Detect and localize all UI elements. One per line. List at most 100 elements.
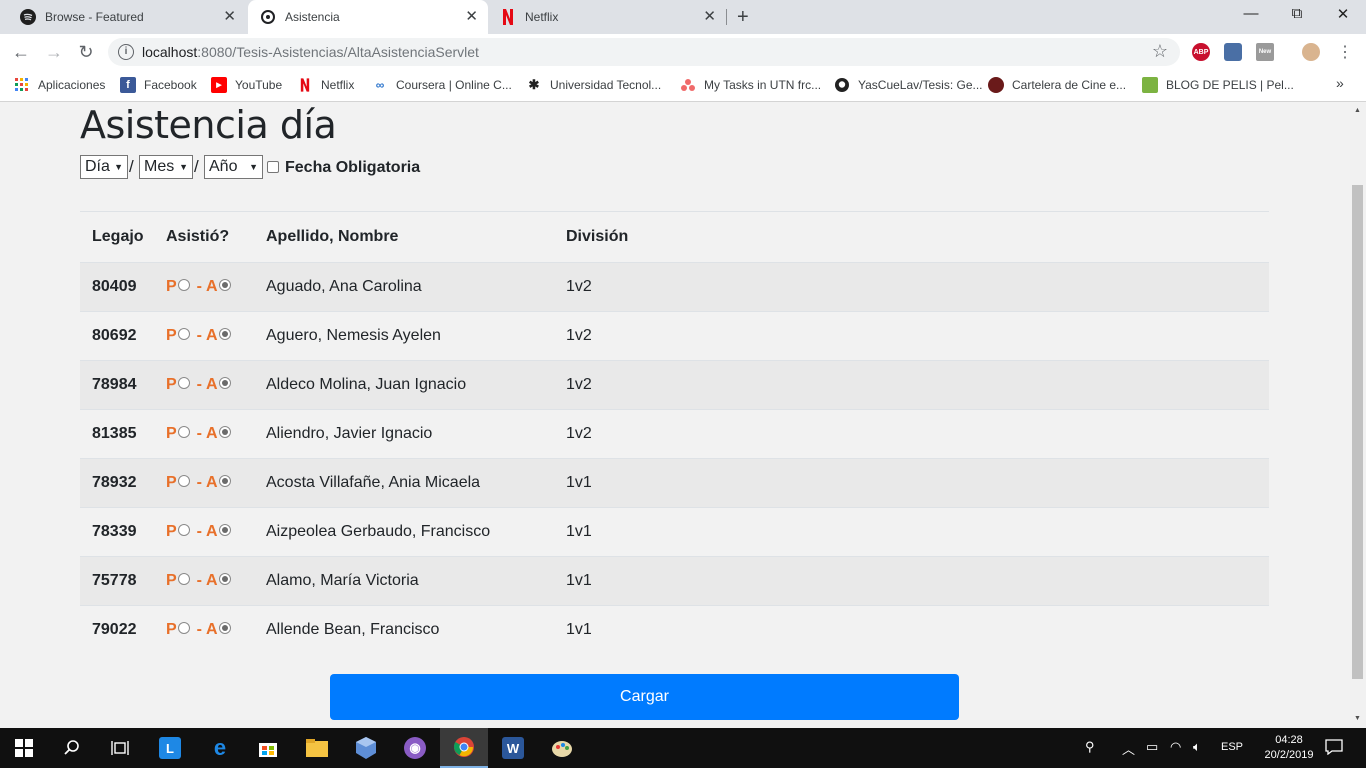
- absent-radio[interactable]: [218, 426, 231, 438]
- volume-icon[interactable]: 🔈︎: [1193, 739, 1201, 755]
- show-hidden-icons-chevron-icon[interactable]: ︿: [1122, 739, 1135, 758]
- more-bookmarks-icon[interactable]: »: [1336, 75, 1344, 91]
- day-select[interactable]: Día ▼: [80, 155, 128, 179]
- bookmark-github[interactable]: YasCueLav/Tesis: Ge...: [834, 77, 983, 93]
- bookmark-netflix[interactable]: Netflix: [297, 77, 354, 93]
- bookmark-blog[interactable]: BLOG DE PELIS | Pel...: [1142, 77, 1294, 93]
- table-row: 80692 P - A Aguero, Nemesis Ayelen 1v2: [80, 311, 1269, 360]
- present-radio[interactable]: [177, 279, 190, 291]
- absent-radio[interactable]: [218, 622, 231, 634]
- bookmark-youtube[interactable]: ▶ YouTube: [211, 77, 282, 93]
- close-window-icon[interactable]: ✕: [1320, 5, 1366, 23]
- cargar-button[interactable]: Cargar: [330, 674, 959, 720]
- attendance-radio-group: P -A: [166, 572, 234, 590]
- bookmark-aplicaciones[interactable]: Aplicaciones: [14, 77, 105, 93]
- attendance-radio-group: P -A: [166, 278, 234, 296]
- scroll-up-icon[interactable]: ▲: [1354, 107, 1361, 114]
- tab-spotify[interactable]: Browse - Featured ✕: [0, 0, 246, 34]
- page-scrollbar[interactable]: ▲ ▼: [1350, 103, 1366, 727]
- present-radio[interactable]: [177, 377, 190, 389]
- bookmark-utn[interactable]: ✱ Universidad Tecnol...: [526, 77, 662, 93]
- launcher-l-app-icon[interactable]: L: [146, 728, 194, 768]
- present-radio[interactable]: [177, 426, 190, 438]
- bookmark-label: YouTube: [235, 78, 283, 92]
- new-extension-icon[interactable]: New: [1256, 43, 1274, 61]
- bookmark-star-icon[interactable]: ☆: [1152, 41, 1168, 62]
- start-button[interactable]: [0, 728, 48, 768]
- tab-netflix[interactable]: Netflix ✕: [490, 0, 726, 34]
- present-label: P: [166, 425, 177, 442]
- back-arrow-icon[interactable]: ←: [10, 41, 32, 63]
- info-icon[interactable]: i: [118, 44, 134, 60]
- present-radio[interactable]: [177, 622, 190, 634]
- edge-icon[interactable]: e: [196, 728, 244, 768]
- tab-title: Netflix: [525, 10, 559, 24]
- absent-radio[interactable]: [218, 279, 231, 291]
- search-icon[interactable]: [48, 728, 96, 768]
- close-tab-icon[interactable]: ✕: [223, 9, 236, 25]
- reload-icon[interactable]: ↻: [75, 41, 97, 63]
- present-radio[interactable]: [177, 573, 190, 585]
- scrollbar-thumb[interactable]: [1352, 185, 1363, 679]
- absent-radio[interactable]: [218, 475, 231, 487]
- extension-cube-icon[interactable]: [1224, 43, 1242, 61]
- present-radio[interactable]: [177, 328, 190, 340]
- close-tab-icon[interactable]: ✕: [703, 9, 716, 25]
- maximize-icon[interactable]: ⧉: [1274, 5, 1320, 22]
- bookmark-label: Facebook: [144, 78, 197, 92]
- present-radio[interactable]: [177, 475, 190, 487]
- new-tab-button[interactable]: +: [737, 6, 749, 29]
- bookmark-cartelera[interactable]: Cartelera de Cine e...: [988, 77, 1126, 93]
- division-cell: 1v2: [566, 327, 592, 344]
- forward-arrow-icon[interactable]: →: [43, 41, 65, 63]
- absent-label: A: [206, 425, 218, 442]
- clock-time: 04:28: [1275, 734, 1303, 746]
- absent-radio[interactable]: [218, 328, 231, 340]
- absent-radio[interactable]: [218, 377, 231, 389]
- minimize-icon[interactable]: —: [1228, 5, 1274, 22]
- month-select[interactable]: Mes ▼: [139, 155, 193, 179]
- chrome-icon[interactable]: [440, 728, 488, 768]
- avatar[interactable]: [1302, 43, 1320, 61]
- utn-icon: ✱: [528, 77, 540, 92]
- absent-label: A: [206, 572, 218, 589]
- close-tab-icon[interactable]: ✕: [465, 9, 478, 25]
- word-icon[interactable]: W: [489, 728, 537, 768]
- adblock-icon[interactable]: ABP: [1192, 43, 1210, 61]
- fecha-obligatoria-checkbox[interactable]: [267, 161, 279, 173]
- bookmark-coursera[interactable]: ∞ Coursera | Online C...: [372, 77, 512, 93]
- absent-radio[interactable]: [218, 524, 231, 536]
- bookmark-label: Universidad Tecnol...: [550, 78, 662, 92]
- menu-dots-icon[interactable]: ⋮: [1334, 41, 1356, 63]
- virtualbox-icon[interactable]: [342, 728, 390, 768]
- address-bar[interactable]: i localhost:8080/Tesis-Asistencias/AltaA…: [108, 38, 1180, 66]
- language-indicator[interactable]: ESP: [1221, 741, 1243, 753]
- github-desktop-icon[interactable]: ◉: [391, 728, 439, 768]
- dropdown-arrow-icon: ▼: [249, 162, 258, 172]
- people-icon[interactable]: ⚲: [1085, 739, 1095, 755]
- tab-asistencia[interactable]: Asistencia ✕: [248, 0, 488, 34]
- bookmark-asana[interactable]: My Tasks in UTN frc...: [680, 77, 821, 93]
- present-label: P: [166, 278, 177, 295]
- store-icon[interactable]: [244, 728, 292, 768]
- nombre-cell: Aguero, Nemesis Ayelen: [266, 327, 441, 344]
- attendance-radio-group: P -A: [166, 425, 234, 443]
- clock-date: 20/2/2019: [1264, 749, 1314, 761]
- year-select[interactable]: Año ▼: [204, 155, 263, 179]
- scroll-down-icon[interactable]: ▼: [1354, 715, 1361, 722]
- bookmark-facebook[interactable]: f Facebook: [120, 77, 197, 93]
- wifi-icon[interactable]: ◠: [1170, 739, 1181, 755]
- battery-icon[interactable]: ▭: [1146, 739, 1158, 755]
- year-select-value: Año: [209, 158, 238, 175]
- absent-radio[interactable]: [218, 573, 231, 585]
- division-cell: 1v2: [566, 278, 592, 295]
- paint-icon[interactable]: [538, 728, 586, 768]
- task-view-icon[interactable]: [96, 728, 144, 768]
- bookmark-label: Cartelera de Cine e...: [1012, 78, 1127, 92]
- windows-taskbar: L e ◉ W ⚲ ︿ ▭ ◠ 🔈︎ ESP 04:28 20/2/2019: [0, 728, 1366, 768]
- windows-logo-icon: [15, 739, 33, 757]
- present-radio[interactable]: [177, 524, 190, 536]
- clock[interactable]: 04:28 20/2/2019: [1259, 733, 1319, 763]
- notifications-icon[interactable]: [1325, 739, 1343, 758]
- file-explorer-icon[interactable]: [293, 728, 341, 768]
